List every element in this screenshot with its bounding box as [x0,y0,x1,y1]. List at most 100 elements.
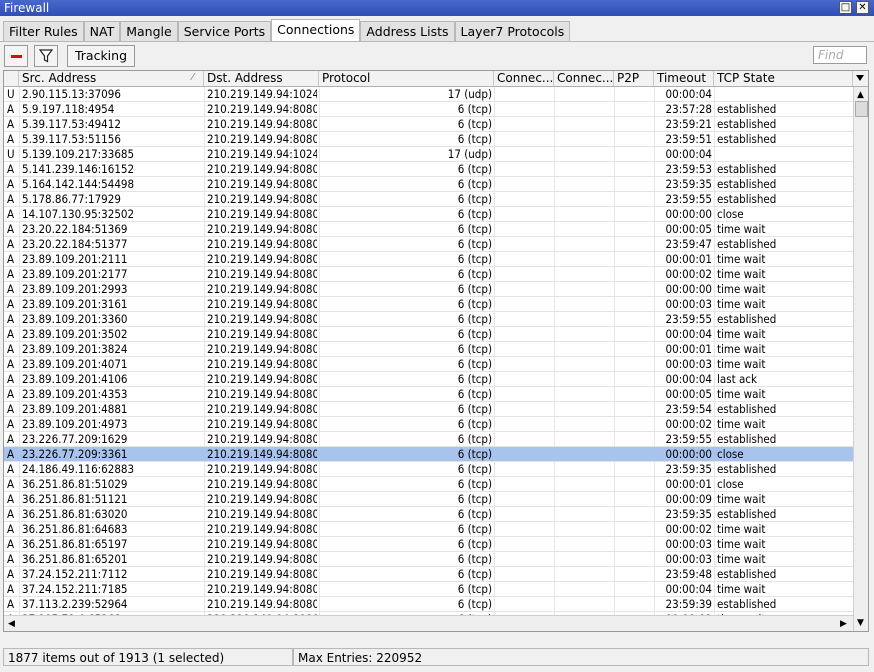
tcp-state: established [717,192,777,206]
protocol: 6 (tcp) [457,522,492,536]
scroll-left-icon[interactable]: ◀ [8,619,15,629]
title-bar[interactable]: Firewall □ ✕ [0,0,874,16]
column-header-5[interactable]: Connec... [554,71,614,86]
row-flag: A [7,297,15,311]
scroll-thumb[interactable] [855,101,868,117]
table-row[interactable]: A 5.9.197.118:4954 210.219.149.94:8080 6 (t… [4,102,853,117]
timeout: 00:00:03 [665,552,712,566]
table-row[interactable]: A 23.89.109.201:3824 210.219.149.94:8080 6 … [4,342,853,357]
tab-layer7-protocols[interactable]: Layer7 Protocols [454,21,571,41]
dst-address: 210.219.149.94:8080 [207,342,317,356]
column-chooser-icon[interactable] [853,71,868,86]
column-header-1[interactable]: Src. Address [19,71,204,86]
tab-mangle[interactable]: Mangle [120,21,178,41]
table-row[interactable]: U 2.90.115.13:37096 210.219.149.94:1024 17 … [4,87,853,102]
table-row[interactable]: A 23.89.109.201:3502 210.219.149.94:8080 6 … [4,327,853,342]
row-flag: A [7,417,15,431]
src-address: 24.186.49.116:62883 [22,462,135,476]
maximize-icon[interactable]: □ [839,1,852,14]
column-header-8[interactable]: TCP State [714,71,853,86]
dst-address: 210.219.149.94:8080 [207,477,317,491]
timeout: 00:00:05 [665,222,712,236]
scroll-down-icon[interactable]: ▼ [857,618,864,628]
table-row[interactable]: A 24.186.49.116:62883 210.219.149.94:8080 6… [4,462,853,477]
row-flag: A [7,597,15,611]
src-address: 36.251.86.81:65201 [22,552,128,566]
column-header-7[interactable]: Timeout [654,71,714,86]
table-row[interactable]: A 37.24.152.211:7185 210.219.149.94:8080 6 … [4,582,853,597]
row-flag: A [7,342,15,356]
table-row[interactable]: A 23.89.109.201:3161 210.219.149.94:8080 6 … [4,297,853,312]
column-header-3[interactable]: Protocol [319,71,494,86]
column-header-2[interactable]: Dst. Address [204,71,319,86]
remove-button[interactable] [4,45,28,67]
tcp-state: established [717,177,777,191]
tab-address-lists[interactable]: Address Lists [360,21,455,41]
table-row[interactable]: A 37.113.2.239:52964 210.219.149.94:8080 6 … [4,597,853,612]
table-row[interactable]: A 23.89.109.201:2111 210.219.149.94:8080 6 … [4,252,853,267]
horizontal-scrollbar[interactable]: ◀ ▶ [4,615,853,631]
tcp-state: established [717,162,777,176]
dst-address: 210.219.149.94:8080 [207,297,317,311]
filter-button[interactable] [34,45,58,67]
row-flag: A [7,552,15,566]
table-row[interactable]: U 5.139.109.217:33685 210.219.149.94:1024 1… [4,147,853,162]
table-row[interactable]: A 23.89.109.201:4106 210.219.149.94:8080 6 … [4,372,853,387]
tab-nat[interactable]: NAT [83,21,121,41]
tab-service-ports[interactable]: Service Ports [177,21,272,41]
table-row[interactable]: A 14.107.130.95:32502 210.219.149.94:8080 6… [4,207,853,222]
tcp-state: time wait [717,387,766,401]
column-header-6[interactable]: P2P [614,71,654,86]
row-flag: A [7,207,15,221]
src-address: 23.226.77.209:3361 [22,447,128,461]
table-row[interactable]: A 5.164.142.144:54498 210.219.149.94:8080 6… [4,177,853,192]
table-row[interactable]: A 23.89.109.201:2177 210.219.149.94:8080 6 … [4,267,853,282]
timeout: 00:00:00 [665,282,712,296]
table-row[interactable]: A 23.226.77.209:3361 210.219.149.94:8080 6 … [4,447,853,462]
timeout: 23:59:53 [665,162,712,176]
table-row[interactable]: A 5.39.117.53:51156 210.219.149.94:8080 6 (… [4,132,853,147]
table-row[interactable]: A 23.226.77.209:1629 210.219.149.94:8080 6 … [4,432,853,447]
row-flag-header[interactable] [4,71,19,86]
table-row[interactable]: A 23.20.22.184:51369 210.219.149.94:8080 6 … [4,222,853,237]
tab-filter-rules[interactable]: Filter Rules [3,21,84,41]
tracking-button[interactable]: Tracking [67,45,135,67]
table-row[interactable]: A 23.89.109.201:2993 210.219.149.94:8080 6 … [4,282,853,297]
table-row[interactable]: A 23.89.109.201:4353 210.219.149.94:8080 6 … [4,387,853,402]
scroll-up-icon[interactable]: ▲ [857,90,864,100]
src-address: 23.89.109.201:4071 [22,357,128,371]
table-row[interactable]: A 5.141.239.146:16152 210.219.149.94:8080 6… [4,162,853,177]
table-row[interactable]: A 5.39.117.53:49412 210.219.149.94:8080 6 (… [4,117,853,132]
dst-address: 210.219.149.94:1024 [207,147,317,161]
table-row[interactable]: A 36.251.86.81:51029 210.219.149.94:8080 6 … [4,477,853,492]
table-row[interactable]: A 36.251.86.81:51121 210.219.149.94:8080 6 … [4,492,853,507]
protocol: 6 (tcp) [457,597,492,611]
table-row[interactable]: A 23.20.22.184:51377 210.219.149.94:8080 6 … [4,237,853,252]
table-row[interactable]: A 23.89.109.201:3360 210.219.149.94:8080 6 … [4,312,853,327]
timeout: 23:59:48 [665,567,712,581]
dst-address: 210.219.149.94:8080 [207,507,317,521]
column-header-4[interactable]: Connec... [494,71,554,86]
scroll-right-icon[interactable]: ▶ [840,619,847,629]
table-row[interactable]: A 23.89.109.201:4973 210.219.149.94:8080 6 … [4,417,853,432]
find-input[interactable]: Find [813,46,867,64]
table-row[interactable]: A 36.251.86.81:65201 210.219.149.94:8080 6 … [4,552,853,567]
close-icon[interactable]: ✕ [856,1,869,14]
dst-address: 210.219.149.94:8080 [207,582,317,596]
row-flag: A [7,507,15,521]
timeout: 00:00:04 [665,147,712,161]
dst-address: 210.219.149.94:8080 [207,417,317,431]
protocol: 6 (tcp) [457,327,492,341]
table-row[interactable]: A 36.251.86.81:63020 210.219.149.94:8080 6 … [4,507,853,522]
protocol: 6 (tcp) [457,207,492,221]
vertical-scrollbar[interactable]: ▲ ▼ [853,87,868,631]
table-row[interactable]: A 37.24.152.211:7112 210.219.149.94:8080 6 … [4,567,853,582]
row-flag: A [7,522,15,536]
table-row[interactable]: A 23.89.109.201:4881 210.219.149.94:8080 6 … [4,402,853,417]
table-row[interactable]: A 5.178.86.77:17929 210.219.149.94:8080 6 (… [4,192,853,207]
timeout: 23:59:54 [665,402,712,416]
tab-connections[interactable]: Connections [271,19,361,41]
table-row[interactable]: A 36.251.86.81:64683 210.219.149.94:8080 6 … [4,522,853,537]
table-row[interactable]: A 23.89.109.201:4071 210.219.149.94:8080 6 … [4,357,853,372]
table-row[interactable]: A 36.251.86.81:65197 210.219.149.94:8080 6 … [4,537,853,552]
